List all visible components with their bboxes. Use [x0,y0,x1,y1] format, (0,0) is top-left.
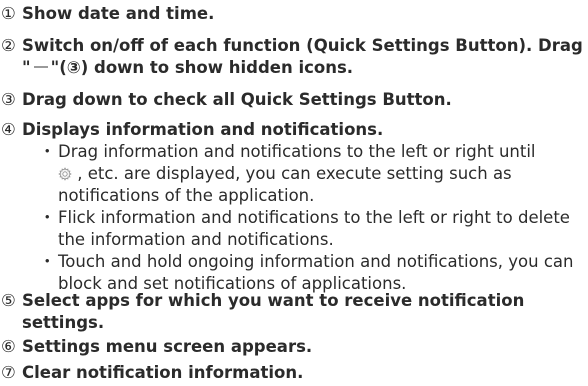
bullet-dot: ・ [39,252,56,271]
list-item-6: ⑥ Settings menu screen appears. [0,336,588,358]
item-text-4: Displays information and notifications. [22,120,384,139]
item-number-2: ② [1,36,16,55]
list-item-7: ⑦ Clear notification information. [0,362,588,384]
item-text-2-line2: "(③) down to show hidden icons. [50,58,354,77]
item-text-5: Select apps for which you want to receiv… [22,291,525,332]
list-item-5: ⑤ Select apps for which you want to rece… [0,290,588,334]
list-item-2: ② Switch on/off of each function (Quick … [0,35,588,79]
item-number-5: ⑤ [1,291,16,310]
list-item-4: ④ Displays information and notifications… [0,119,588,141]
bullet-dot: ・ [39,208,56,227]
item-text-2: Switch on/off of each function (Quick Se… [22,35,588,79]
item-number-7: ⑦ [1,363,16,382]
bullet-item-1: ・ Drag information and notifications to … [22,141,584,207]
bullet-2-text: Flick information and notifications to t… [58,208,570,249]
bullet-3-text: Touch and hold ongoing information and n… [58,252,574,293]
item-text-6: Settings menu screen appears. [22,337,313,356]
dash-icon [33,66,48,68]
bullet-1-text-pre: Drag information and notifications to th… [58,142,536,161]
bullet-item-3: ・ Touch and hold ongoing information and… [22,251,584,295]
item-number-6: ⑥ [1,337,16,356]
item-number-4: ④ [1,120,16,139]
item-4-bullets: ・ Drag information and notifications to … [22,141,584,295]
item-text-1: Show date and time. [22,4,215,23]
item-number-1: ① [1,4,16,23]
bullet-item-2: ・ Flick information and notifications to… [22,207,584,251]
item-number-3: ③ [1,90,16,109]
list-item-3: ③ Drag down to check all Quick Settings … [0,89,588,111]
item-text-3: Drag down to check all Quick Settings Bu… [22,90,452,109]
item-text-7: Clear notification information. [22,363,304,382]
item-text-2-quote-open: " [22,58,31,77]
bullet-dot: ・ [39,142,56,161]
list-item-1: ① Show date and time. [0,3,588,25]
bullet-1-text-post: , etc. are displayed, you can execute se… [58,164,512,205]
item-text-2-line1: Switch on/off of each function (Quick Se… [22,36,583,55]
gear-icon [58,167,72,181]
